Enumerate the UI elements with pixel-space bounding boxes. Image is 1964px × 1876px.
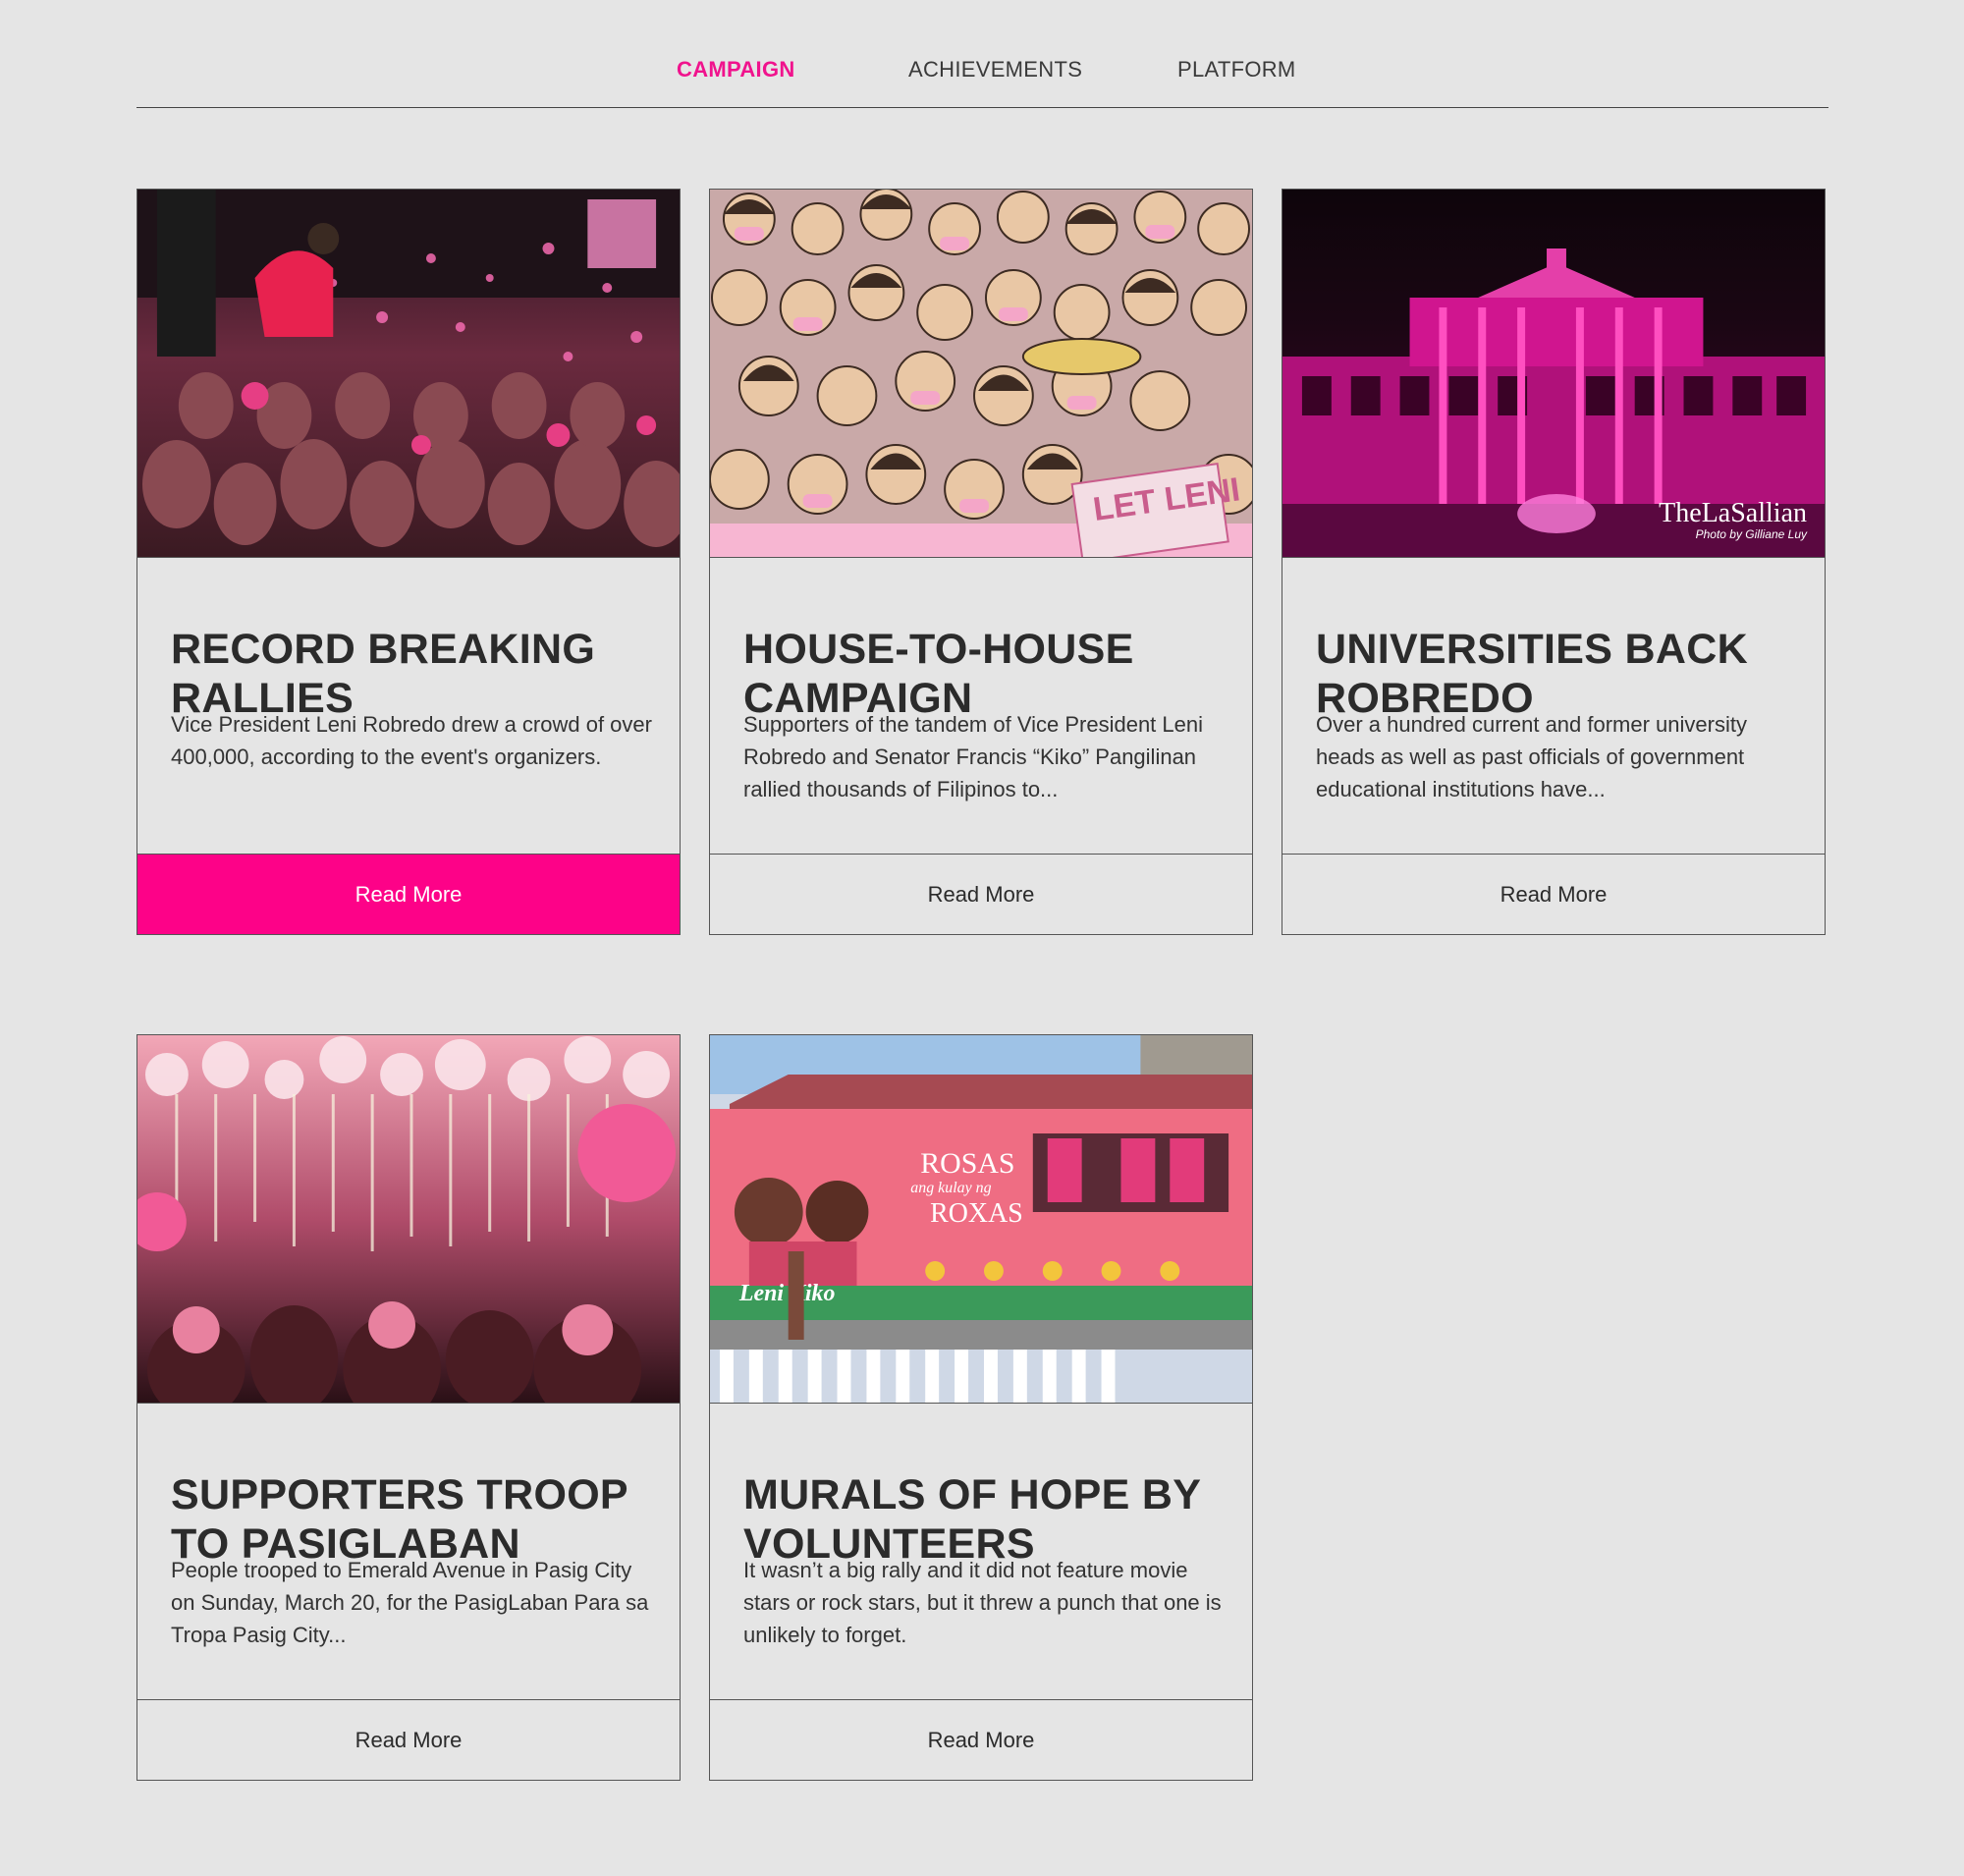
news-card-murals: ROSAS ang kulay ng ROXAS Leni Kiko MURAL… [709, 1034, 1253, 1781]
mural-text-leni-kiko: Leni Kiko [738, 1281, 836, 1306]
mural-text-rosas: ROSAS [920, 1147, 1014, 1180]
read-more-button[interactable]: Read More [710, 854, 1252, 934]
mural-text-ang-kulay-ng: ang kulay ng [910, 1180, 991, 1196]
card-description: It wasn’t a big rally and it did not fea… [743, 1558, 1222, 1647]
rally-crowd-image [137, 190, 680, 558]
tab-campaign[interactable]: CAMPAIGN [677, 57, 795, 83]
read-more-button[interactable]: Read More [1282, 854, 1825, 934]
watermark-brand: TheLaSallian [1659, 498, 1807, 528]
card-description: People trooped to Emerald Avenue in Pasi… [171, 1558, 649, 1647]
illustrated-crowd-image: LET LENI [710, 190, 1252, 558]
photo-watermark: TheLaSallian Photo by Gilliane Luy [1659, 498, 1807, 542]
read-more-button[interactable]: Read More [137, 1699, 680, 1780]
news-card-house-to-house: LET LENI HOUSE-TO-HOUSE CAMPAIGN Support… [709, 189, 1253, 935]
read-more-button[interactable]: Read More [710, 1699, 1252, 1780]
tab-achievements[interactable]: ACHIEVEMENTS [908, 57, 1082, 83]
pasiglaban-event-image [137, 1035, 680, 1404]
watermark-credit: Photo by Gilliane Luy [1695, 527, 1807, 541]
news-card-universities: TheLaSallian Photo by Gilliane Luy UNIVE… [1282, 189, 1826, 935]
read-more-button[interactable]: Read More [137, 854, 680, 934]
tab-platform[interactable]: PLATFORM [1177, 57, 1296, 83]
lit-building-image: TheLaSallian Photo by Gilliane Luy [1282, 190, 1825, 558]
mural-street-image: ROSAS ang kulay ng ROXAS Leni Kiko [710, 1035, 1252, 1404]
mural-text-roxas: ROXAS [930, 1198, 1023, 1229]
card-description: Supporters of the tandem of Vice Preside… [743, 712, 1203, 801]
card-description: Vice President Leni Robredo drew a crowd… [171, 712, 652, 769]
card-description: Over a hundred current and former univer… [1316, 712, 1747, 801]
news-card-pasiglaban: SUPPORTERS TROOP TO PASIGLABAN People tr… [136, 1034, 681, 1781]
news-card-rallies: RECORD BREAKING RALLIES Vice President L… [136, 189, 681, 935]
category-tabs: CAMPAIGN ACHIEVEMENTS PLATFORM [136, 0, 1828, 108]
